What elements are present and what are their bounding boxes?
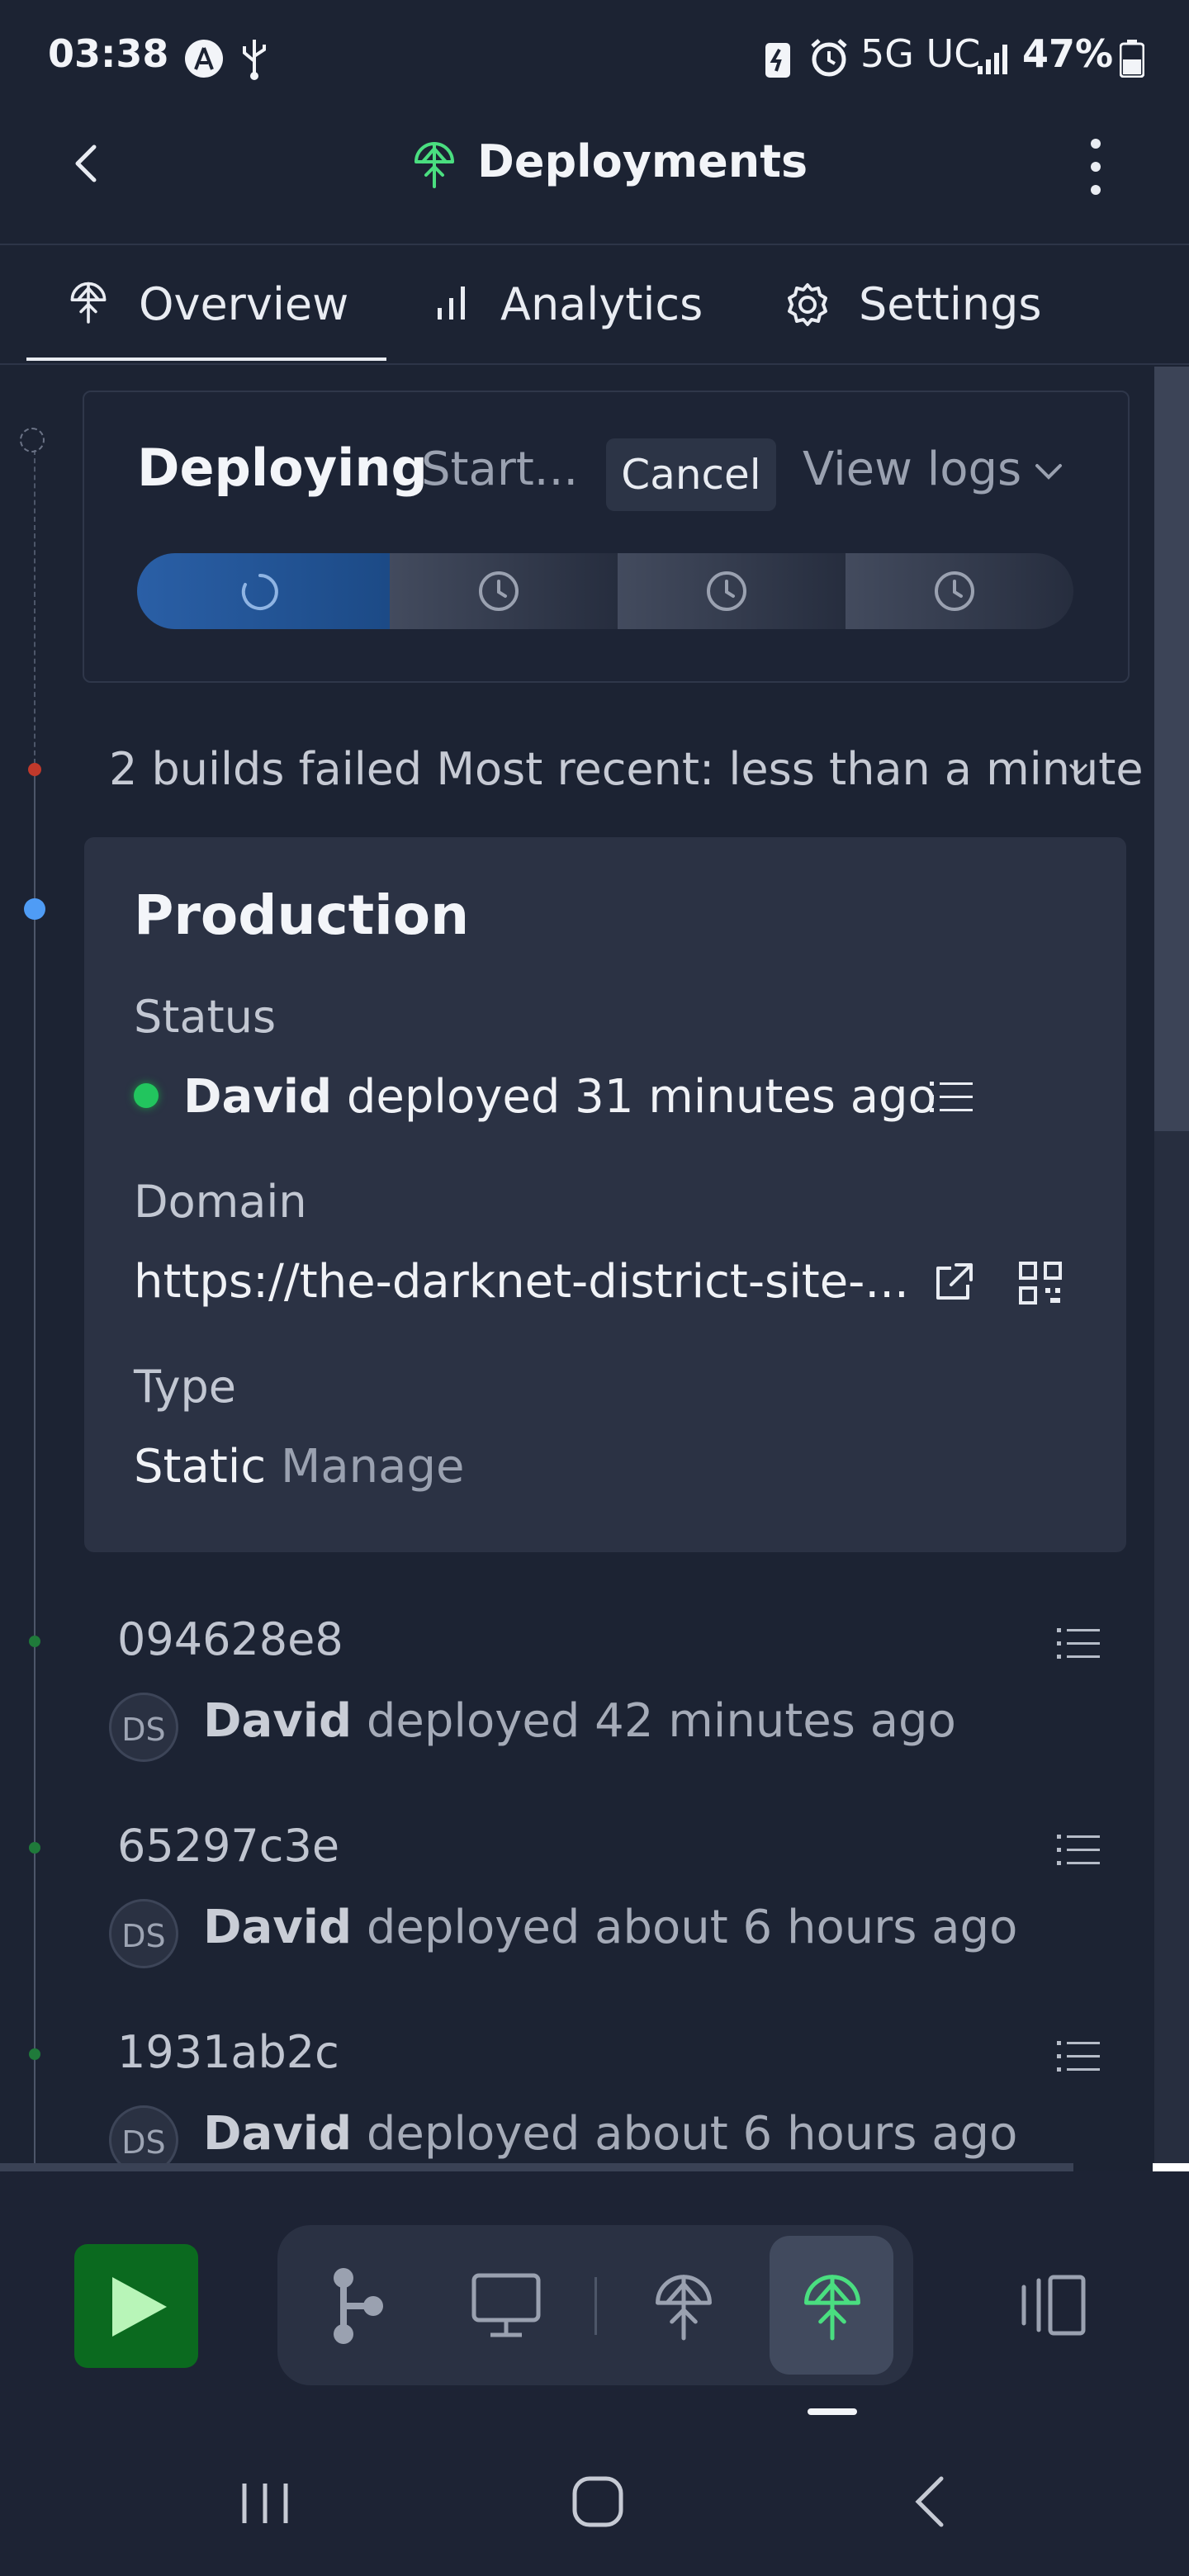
- recent-apps-icon[interactable]: [239, 2480, 291, 2526]
- commit-hash: 1931ab2c: [117, 2026, 339, 2078]
- list-item[interactable]: 1931ab2c DS David deployed about 6 hours…: [83, 2015, 1123, 2171]
- build-step-pending: [390, 553, 618, 629]
- panels-icon[interactable]: [1016, 2274, 1087, 2337]
- deploying-status: Start...: [421, 443, 579, 496]
- build-step-active: [137, 553, 390, 629]
- list-icon[interactable]: [1055, 1625, 1101, 1663]
- page-title: Deployments: [477, 135, 808, 187]
- tab-analytics[interactable]: Analytics: [413, 245, 727, 361]
- build-step-pending: [618, 553, 846, 629]
- cancel-button[interactable]: Cancel: [606, 438, 776, 511]
- external-link-icon[interactable]: [930, 1260, 976, 1306]
- failed-builds-summary[interactable]: 2 builds failed Most recent: less than a…: [109, 743, 1149, 795]
- deployment-description: David deployed 42 minutes ago: [203, 1694, 956, 1748]
- signal-icon: [976, 41, 1014, 74]
- deploy-tree-icon[interactable]: [651, 2266, 717, 2345]
- deployment-description: David deployed about 6 hours ago: [203, 1901, 1017, 1954]
- list-icon[interactable]: [928, 1078, 974, 1116]
- tab-bar: Overview Analytics Settings: [0, 245, 1189, 365]
- battery-percent: 47%: [1022, 31, 1114, 76]
- system-back-icon[interactable]: [912, 2475, 948, 2528]
- spinner-icon: [239, 571, 281, 613]
- qr-code-icon[interactable]: [1017, 1260, 1063, 1306]
- timeline-success-dot: [29, 1842, 40, 1854]
- avatar: DS: [109, 1899, 178, 1968]
- clock-icon: [931, 568, 978, 614]
- list-item[interactable]: 65297c3e DS David deployed about 6 hours…: [83, 1808, 1123, 1973]
- avatar: DS: [109, 2105, 178, 2171]
- deployment-user: David: [203, 1694, 353, 1748]
- battery-icon: [1120, 40, 1144, 78]
- view-logs-label: View logs: [803, 443, 1022, 496]
- timeline-success-dot: [29, 2048, 40, 2060]
- list-item[interactable]: 094628e8 DS David deployed 42 minutes ag…: [83, 1602, 1123, 1767]
- list-icon[interactable]: [1055, 2038, 1101, 2076]
- deployment-text: deployed about 6 hours ago: [366, 2107, 1018, 2161]
- deploy-tree-icon: [68, 277, 109, 326]
- type-value: Static: [134, 1440, 267, 1494]
- active-indicator: [808, 2408, 857, 2415]
- deploying-card: [83, 391, 1130, 683]
- deployment-user: David: [203, 2107, 353, 2161]
- home-icon[interactable]: [571, 2475, 624, 2528]
- deployment-user: David: [203, 1901, 353, 1954]
- deploy-tree-icon: [799, 2266, 865, 2345]
- status-label: Status: [134, 991, 277, 1043]
- status-user: David: [183, 1070, 333, 1124]
- nav-divider: [594, 2277, 597, 2335]
- commit-hash: 094628e8: [117, 1613, 343, 1665]
- status-description: deployed 31 minutes ago: [346, 1070, 936, 1124]
- deploying-title: Deploying: [137, 438, 428, 498]
- timeline-failed-dot: [28, 763, 41, 776]
- timeline-success-dot: [29, 1636, 40, 1647]
- deploy-tree-icon: [411, 137, 457, 190]
- play-icon: [109, 2274, 170, 2340]
- git-branch-icon[interactable]: [325, 2266, 391, 2346]
- tab-overview[interactable]: Overview: [0, 245, 388, 361]
- deployment-description: David deployed about 6 hours ago: [203, 2107, 1017, 2161]
- production-title: Production: [134, 883, 470, 947]
- status-time: 03:38: [48, 31, 169, 76]
- list-icon[interactable]: [1055, 1831, 1101, 1869]
- run-button[interactable]: [74, 2244, 198, 2368]
- clock-icon: [703, 568, 750, 614]
- status-text: David deployed 31 minutes ago: [183, 1070, 936, 1124]
- deployment-text: deployed 42 minutes ago: [366, 1694, 956, 1748]
- chevron-down-icon: [1067, 761, 1090, 778]
- manage-link[interactable]: Manage: [281, 1440, 464, 1494]
- chevron-down-icon: [1032, 459, 1065, 484]
- app-bar: Deployments: [0, 116, 1189, 245]
- domain-label: Domain: [134, 1176, 307, 1228]
- timeline-pending-line: [34, 450, 36, 764]
- tab-settings[interactable]: Settings: [760, 245, 1106, 361]
- monitor-icon[interactable]: [471, 2272, 542, 2338]
- bar-chart-icon: [434, 283, 471, 321]
- type-label: Type: [134, 1361, 237, 1413]
- timeline-pending-dot: [20, 428, 45, 452]
- gear-icon: [783, 280, 832, 329]
- timeline-line: [34, 776, 36, 2163]
- commit-hash: 65297c3e: [117, 1820, 340, 1872]
- status-bar: 03:38 5G UC 47%: [0, 0, 1189, 116]
- domain-link[interactable]: https://the-darknet-district-site-...: [134, 1255, 909, 1309]
- active-tab-indicator: [26, 358, 386, 361]
- tab-label: Overview: [139, 278, 349, 330]
- timeline-current-dot: [24, 898, 45, 920]
- arch-icon: [183, 38, 225, 79]
- usb-icon: [239, 36, 269, 81]
- back-icon[interactable]: [63, 139, 112, 188]
- build-step-pending: [846, 553, 1073, 629]
- deployment-text: deployed about 6 hours ago: [366, 1901, 1018, 1954]
- alarm-icon: [808, 36, 850, 79]
- tab-label: Analytics: [500, 278, 703, 330]
- clock-icon: [476, 568, 522, 614]
- battery-saver-icon: [763, 38, 793, 79]
- kebab-menu-icon[interactable]: [1083, 134, 1108, 200]
- avatar: DS: [109, 1693, 178, 1762]
- network-type: 5G UC: [860, 31, 981, 76]
- scrollbar-thumb[interactable]: [1154, 367, 1189, 1131]
- tab-label: Settings: [859, 278, 1042, 330]
- status-dot: [134, 1083, 159, 1108]
- view-logs-button[interactable]: View logs: [803, 443, 1021, 496]
